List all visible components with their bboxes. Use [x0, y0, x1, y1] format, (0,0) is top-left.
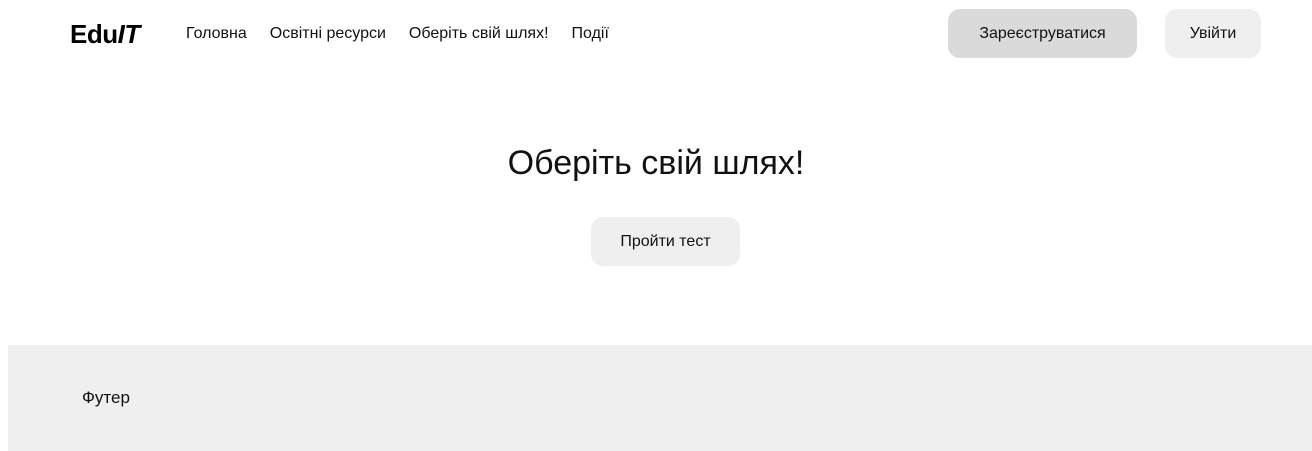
page: EduIT Головна Освітні ресурси Оберіть св…: [0, 0, 1312, 451]
nav-item-home[interactable]: Головна: [186, 24, 247, 44]
nav-item-events[interactable]: Події: [572, 24, 609, 44]
take-test-button[interactable]: Пройти тест: [591, 217, 740, 266]
register-button[interactable]: Зареєструватися: [948, 9, 1137, 58]
logo-text-italic: IT: [117, 19, 141, 49]
site-header: EduIT Головна Освітні ресурси Оберіть св…: [0, 0, 1312, 68]
login-button[interactable]: Увійти: [1165, 9, 1261, 58]
nav-item-resources[interactable]: Освітні ресурси: [270, 24, 386, 44]
site-footer: Футер: [8, 345, 1312, 451]
logo-text-main: Edu: [70, 19, 118, 49]
footer-text: Футер: [82, 388, 130, 407]
page-title: Оберіть свій шлях!: [507, 144, 805, 182]
logo[interactable]: EduIT: [70, 19, 140, 49]
main-nav: Головна Освітні ресурси Оберіть свій шля…: [186, 24, 632, 44]
nav-item-choose-path[interactable]: Оберіть свій шлях!: [409, 24, 549, 44]
